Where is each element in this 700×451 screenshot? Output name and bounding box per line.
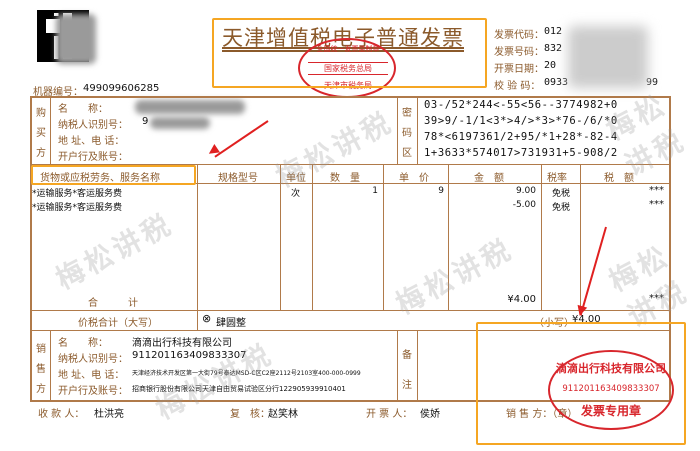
drawer-value: 侯娇 — [420, 409, 440, 420]
in-words-mark: ⊗ — [202, 312, 212, 325]
buyer-taxid-label: 纳税人识别号： — [58, 120, 128, 131]
item-1-price: 9 — [438, 186, 444, 196]
buyer-side-label-3: 方 — [36, 148, 46, 159]
payee-value: 杜洪亮 — [94, 409, 124, 420]
payee-label: 收 款 人： — [38, 409, 85, 420]
check-code-label: 校 验 码： — [494, 81, 541, 92]
highlight-seller-stamp — [476, 322, 686, 445]
buyer-taxid-prefix: 9 — [142, 116, 149, 127]
invoice-date-label: 开票日期： — [494, 64, 544, 75]
cipher-line-1: 03-/52*244<-55<56--3774982+0 — [424, 99, 618, 111]
check-code-value: 0933 — [544, 77, 569, 88]
redacted-header-values — [568, 26, 648, 88]
in-words-value: 肆圆整 — [216, 318, 246, 329]
invoice-number-label: 发票号码： — [494, 47, 544, 58]
watermark-1: 梅松讲税 — [600, 87, 692, 183]
seller-side-label-2: 售 — [36, 364, 46, 375]
watermark-3: 梅松讲税 — [390, 231, 519, 321]
remarks-side-label-2: 注 — [402, 380, 412, 391]
seller-name-label: 名 称： — [58, 338, 108, 349]
seller-side-label-1: 销 — [36, 344, 46, 355]
item-1-qty: 1 — [372, 186, 378, 196]
cipher-line-3: 78*<6197361/2+95/*1+28*-82-4 — [424, 131, 618, 143]
seller-name: 滴滴出行科技有限公司 — [132, 338, 232, 349]
item-2-rate: 免税 — [552, 203, 571, 213]
item-2-amount: -5.00 — [512, 200, 536, 210]
total-label: 合 计 — [88, 298, 138, 309]
item-2-name: *运输服务*客运服务费 — [32, 203, 123, 213]
col-taxrate-header: 税率 — [547, 173, 567, 184]
highlight-item-column — [31, 165, 196, 185]
invoice-number-value: 832 — [544, 43, 563, 54]
col-amount-header: 金 额 — [474, 173, 504, 184]
col-price-header: 单 价 — [399, 173, 429, 184]
cipher-side-label-1: 密 — [402, 108, 412, 119]
cipher-side-label-3: 区 — [402, 148, 412, 159]
total-amount: ¥4.00 — [507, 294, 536, 305]
seller-addr-label: 地 址、电 话： — [58, 370, 125, 381]
redacted-buyer-taxid — [150, 117, 210, 129]
remarks-side-label-1: 备 — [402, 350, 412, 361]
in-words-label: 价税合计（大写） — [78, 318, 158, 329]
cipher-side-label-2: 码 — [402, 128, 412, 139]
watermark-2: 梅松讲税 — [50, 206, 179, 296]
item-1-rate: 免税 — [552, 189, 571, 199]
buyer-side-label-1: 购 — [36, 108, 46, 119]
invoice-date-value: 20 — [544, 60, 557, 71]
col-spec-header: 规格型号 — [218, 173, 258, 184]
reviewer-label: 复 核： — [230, 409, 270, 420]
invoice-code-value: 012 — [544, 26, 563, 37]
item-1-amount: 9.00 — [515, 186, 536, 196]
highlight-title — [212, 18, 487, 88]
item-1-tax: *** — [649, 185, 664, 196]
machine-no-value: 499099606285 — [83, 83, 160, 94]
watermark-4: 梅松讲税 — [603, 238, 695, 334]
item-2-tax: *** — [649, 199, 664, 210]
cipher-line-4: 1+3633*574017>731931+5-908/2 — [424, 147, 618, 159]
seller-side-label-3: 方 — [36, 384, 46, 395]
col-qty-header: 数 量 — [330, 173, 360, 184]
buyer-bank-label: 开户行及账号： — [58, 152, 128, 163]
buyer-addr-label: 地 址、电 话： — [58, 136, 125, 147]
drawer-label: 开 票 人： — [366, 409, 413, 420]
cipher-line-2: 39>9/-1/1<3*>4/>*3>*76-/6/*0 — [424, 115, 618, 127]
reviewer-value: 赵笑林 — [268, 409, 298, 420]
redacted-qr-area — [56, 14, 96, 64]
buyer-name-label: 名 称： — [58, 104, 108, 115]
buyer-side-label-2: 买 — [36, 128, 46, 139]
seller-bank-label: 开户行及账号： — [58, 386, 128, 397]
seller-taxid-label: 纳税人识别号： — [58, 354, 128, 365]
invoice-code-label: 发票代码： — [494, 30, 544, 41]
arrow-to-seller-stamp — [579, 226, 607, 316]
arrow-to-item-column — [214, 120, 269, 158]
item-1-name: *运输服务*客运服务费 — [32, 189, 123, 199]
redacted-buyer-name — [135, 100, 245, 114]
